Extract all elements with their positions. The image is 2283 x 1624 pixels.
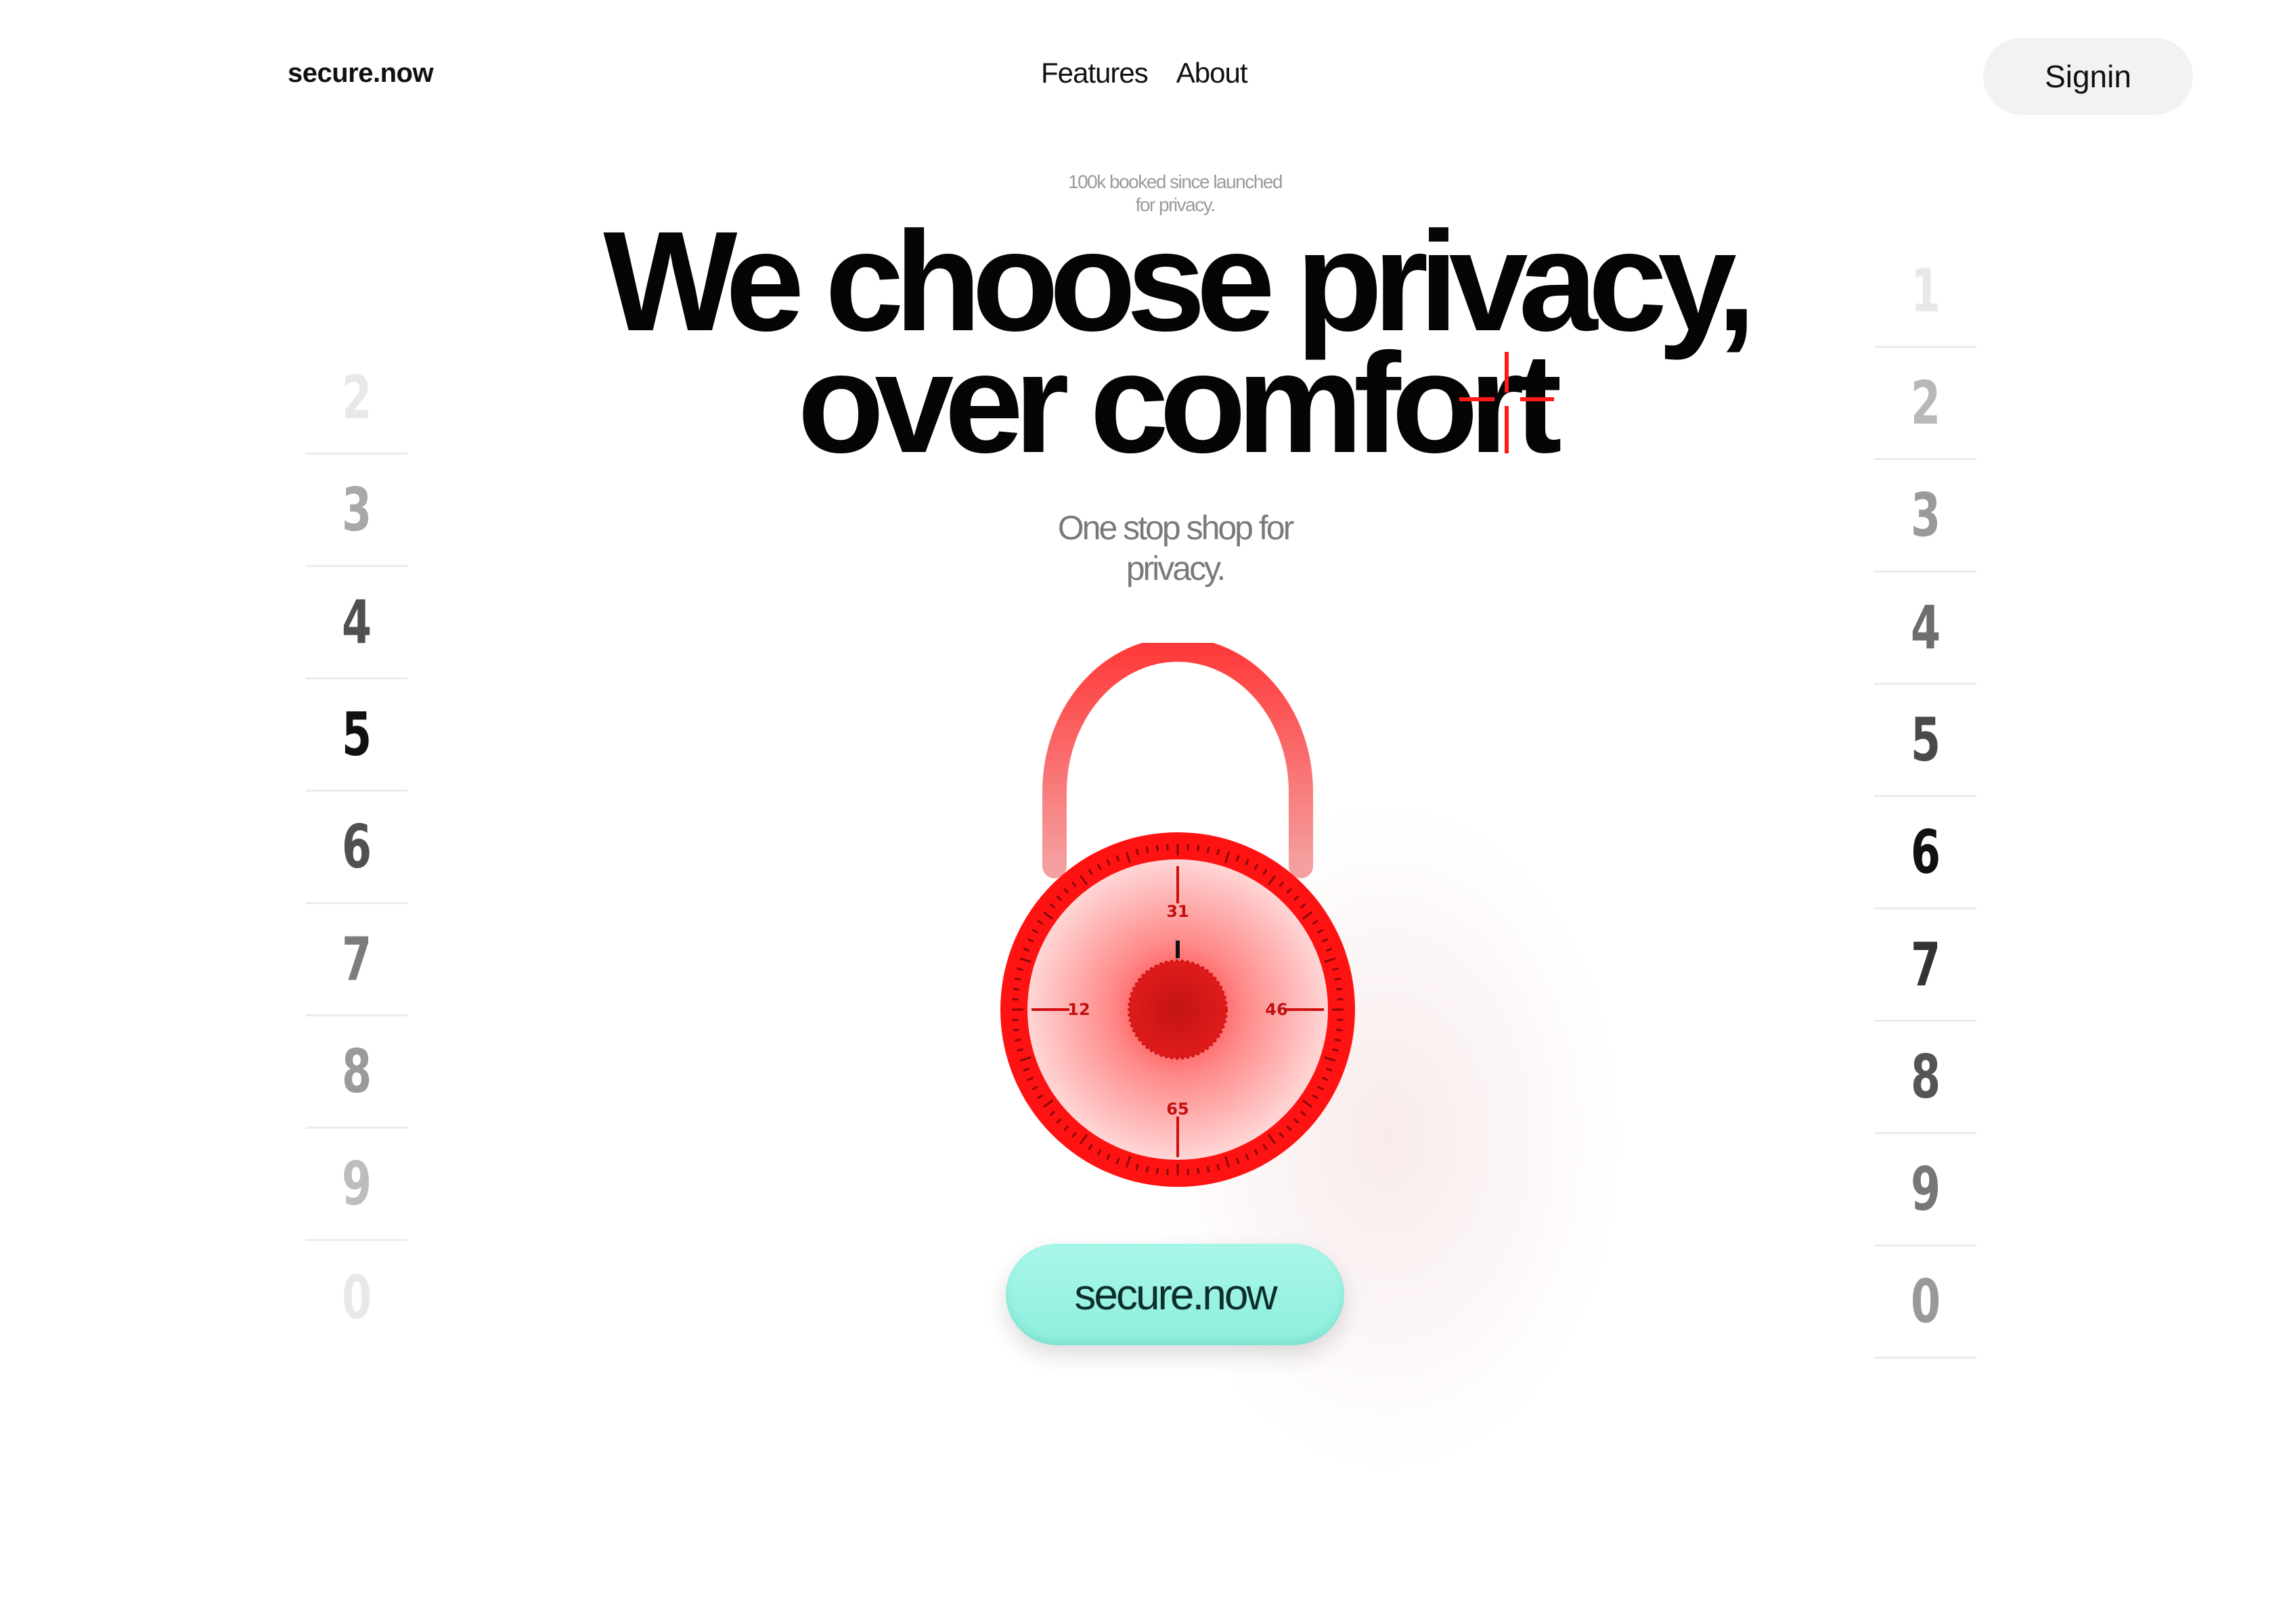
wheel-digit: 2 <box>305 342 408 455</box>
wheel-digit: 0 <box>1874 1246 1977 1359</box>
wheel-digit: 6 <box>1874 797 1977 909</box>
dial-tick <box>1015 1038 1021 1042</box>
wheel-digit: 4 <box>305 567 408 679</box>
dial-tick <box>1197 844 1200 852</box>
wheel-digit: 8 <box>305 1016 408 1129</box>
headline-line-2: over comfort <box>797 323 1562 482</box>
dial-number-left: 12 <box>1067 1000 1090 1019</box>
dial-tick <box>1334 1038 1341 1042</box>
wheel-digit: 9 <box>305 1129 408 1241</box>
wheel-digit: 3 <box>305 455 408 567</box>
wheel-digit: 3 <box>1874 460 1977 572</box>
dial-tick <box>1145 847 1149 853</box>
crosshair-cursor-icon <box>1459 352 1554 453</box>
subhead-line-1: One stop shop for <box>1057 509 1294 547</box>
nav-features[interactable]: Features <box>1041 57 1149 89</box>
wheel-digit: 6 <box>305 792 408 904</box>
wheel-digit: 5 <box>1874 685 1977 797</box>
dial-tick <box>1335 1029 1343 1032</box>
dial-tick <box>1337 998 1344 1001</box>
logo[interactable]: secure.now <box>288 58 434 89</box>
wheel-digit: 5 <box>305 679 408 792</box>
nav-about[interactable]: About <box>1176 57 1248 89</box>
page-title: We choose privacy, over comfort <box>474 210 1876 482</box>
wheel-digit: 9 <box>1874 1134 1977 1246</box>
wheel-digit: 4 <box>1874 572 1977 685</box>
dial-tick <box>1187 844 1189 851</box>
padlock-icon[interactable]: 31 46 65 12 <box>975 643 1381 1198</box>
dial-tick <box>1206 847 1210 853</box>
secure-now-button[interactable]: secure.now <box>1006 1244 1344 1345</box>
dial-tick <box>1012 998 1019 1001</box>
wheel-digit: 0 <box>341 1262 372 1332</box>
subheading: One stop shop for privacy. <box>972 508 1378 589</box>
dial-knob <box>1128 960 1228 1060</box>
wheel-digit: 2 <box>1874 348 1977 460</box>
dial-number-top: 31 <box>1166 902 1189 921</box>
wheel-digit: 7 <box>1874 909 1977 1022</box>
dial-number-right: 46 <box>1265 1000 1287 1019</box>
dial-tick <box>1334 977 1341 981</box>
wheel-digit: 1 <box>1874 235 1977 348</box>
dial-tick <box>1013 1029 1020 1032</box>
tagline-line-1: 100k booked since launched <box>1068 171 1283 192</box>
wheel-digit: 8 <box>1874 1022 1977 1134</box>
dial-tick <box>1197 1167 1200 1175</box>
number-wheel-right[interactable]: 1 2 3 4 5 6 7 8 9 0 <box>1855 235 1997 1359</box>
signin-button[interactable]: Signin <box>1983 38 2193 115</box>
dial-tick <box>1187 1169 1189 1175</box>
dial-tick <box>1145 1166 1149 1173</box>
wheel-digit: 7 <box>305 904 408 1016</box>
dial-tick <box>1206 1166 1210 1173</box>
main-nav: Features About <box>1041 57 1248 89</box>
number-wheel-left[interactable]: 2 3 4 5 6 7 8 9 0 <box>286 342 428 1353</box>
subhead-line-2: privacy. <box>1126 549 1226 587</box>
dial-tick <box>1015 977 1021 981</box>
dial-number-bottom: 65 <box>1166 1100 1189 1119</box>
